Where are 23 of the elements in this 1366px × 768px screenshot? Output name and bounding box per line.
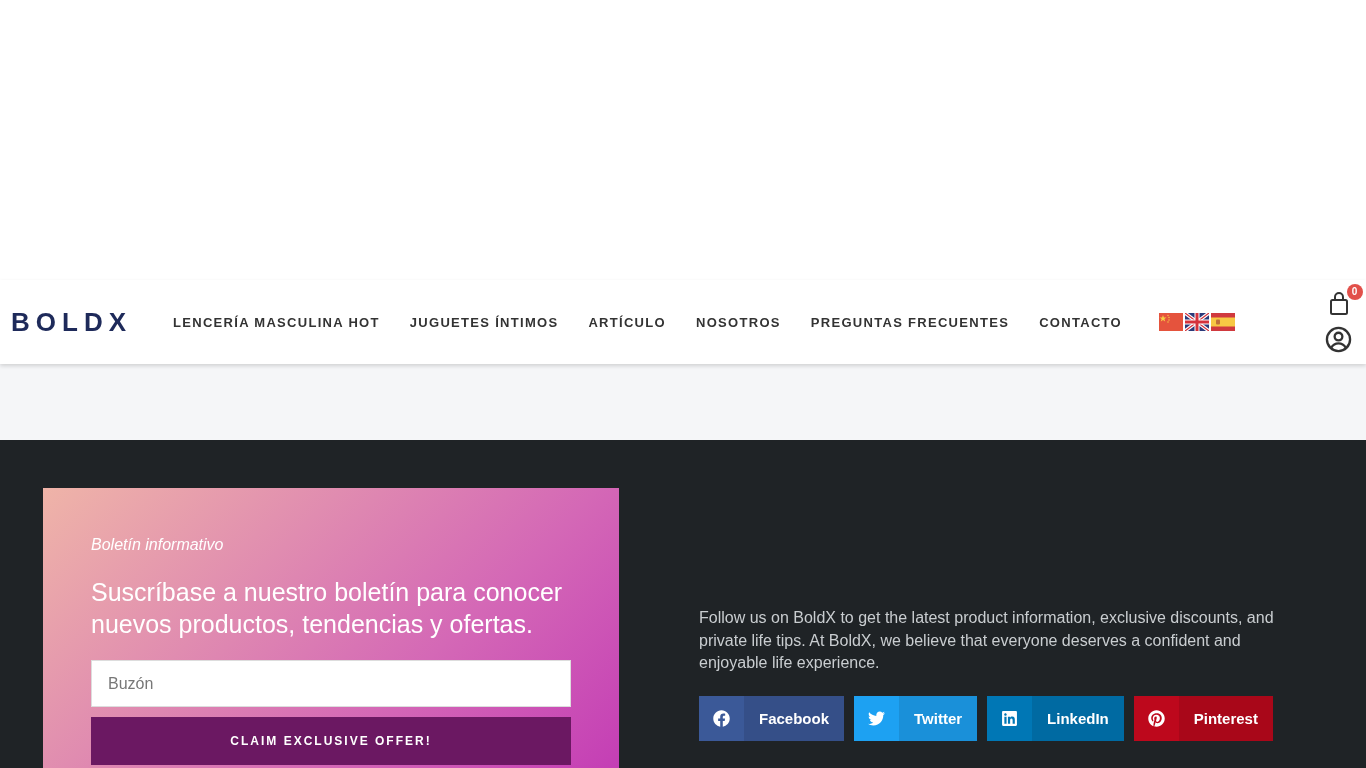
logo[interactable]: BOLDX [11,306,173,338]
share-button[interactable]: LinkedIn [987,695,1124,741]
share-button[interactable]: Pinterest [1133,695,1273,741]
nav-link[interactable]: JUGUETES ÍNTIMOS [409,314,559,330]
about-text: Follow us on BoldX to get the latest product information, exclusive discounts, and private life tips. At BoldX, we believe that everyone deserves a confident and enjoyable life experience. [699,608,1275,673]
user-icon[interactable] [1325,325,1352,353]
share-button[interactable]: Facebook [699,695,845,741]
pinterest-icon [1147,709,1165,727]
twitter-icon [868,709,886,727]
cart-count-badge: 0 [1346,283,1363,300]
nav-link[interactable]: PREGUNTAS FRECUENTES [810,314,1010,330]
linkedin-icon [1001,709,1019,727]
newsletter-label: Boletín informativo [91,536,225,554]
nav-link[interactable]: NOSOTROS [695,314,781,330]
newsletter-heading: Suscríbase a nuestro boletín para conocer nuevos productos, tendencias y ofertas. [91,577,564,640]
nav-link[interactable]: ARTÍCULO [588,314,666,330]
shopping-bag-icon[interactable] [1328,291,1349,316]
nav-link[interactable]: LENCERÍA MASCULINA HOT [173,314,380,330]
claim-offer-button[interactable]: CLAIM EXCLUSIVE OFFER! [91,717,571,765]
facebook-icon [713,709,730,727]
email-field[interactable]: Buzón [91,660,571,707]
flag-icon[interactable] [1185,313,1209,331]
nav-link[interactable]: CONTACTO [1039,314,1122,330]
